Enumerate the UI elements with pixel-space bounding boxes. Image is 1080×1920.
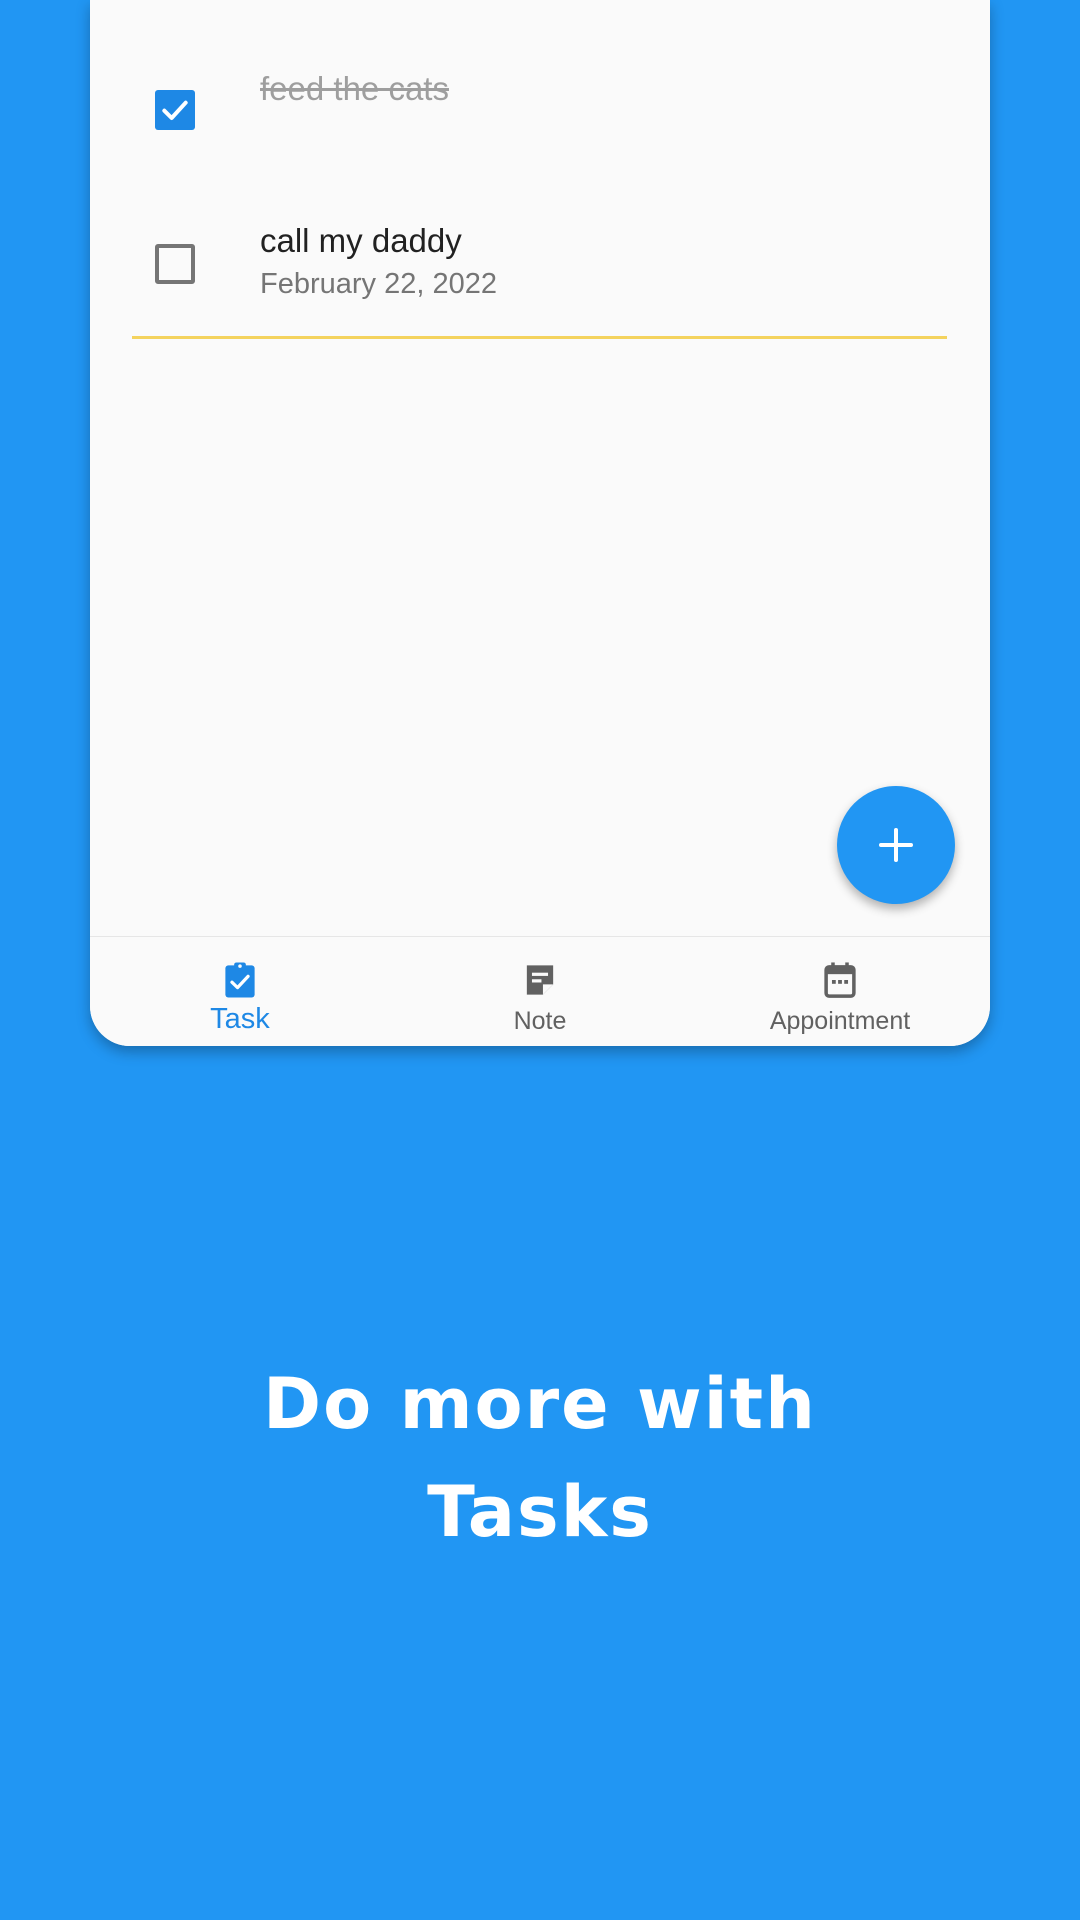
bottom-navigation: Task Note Appointment — [90, 936, 990, 1046]
promo-headline: Do more with Tasks — [0, 1350, 1080, 1566]
note-icon — [526, 965, 554, 995]
task-checkbox-checked[interactable] — [155, 90, 195, 130]
app-screen: feed the cats call my daddy February 22,… — [0, 0, 1080, 1920]
app-preview-card: feed the cats call my daddy February 22,… — [90, 0, 990, 1046]
promo-line-1: Do more with — [263, 1363, 817, 1445]
task-title: feed the cats — [260, 70, 449, 107]
calendar-icon — [824, 962, 856, 998]
task-title: call my daddy — [260, 222, 462, 259]
nav-item-appointment[interactable]: Appointment — [690, 937, 990, 1046]
promo-line-2: Tasks — [427, 1471, 653, 1553]
task-item[interactable]: feed the cats — [90, 32, 990, 182]
task-check-icon — [225, 962, 255, 998]
task-item[interactable]: call my daddy February 22, 2022 — [90, 186, 990, 336]
task-checkbox-unchecked[interactable] — [155, 244, 195, 284]
nav-item-note[interactable]: Note — [390, 937, 690, 1046]
check-icon — [162, 100, 188, 120]
add-task-button[interactable] — [837, 786, 955, 904]
nav-label-note: Note — [513, 1007, 567, 1035]
list-divider — [132, 336, 947, 339]
plus-icon — [879, 828, 913, 862]
task-due-date: February 22, 2022 — [260, 268, 497, 300]
nav-label-task: Task — [210, 1003, 270, 1035]
nav-label-appointment: Appointment — [769, 1007, 911, 1035]
nav-item-task[interactable]: Task — [90, 937, 390, 1046]
